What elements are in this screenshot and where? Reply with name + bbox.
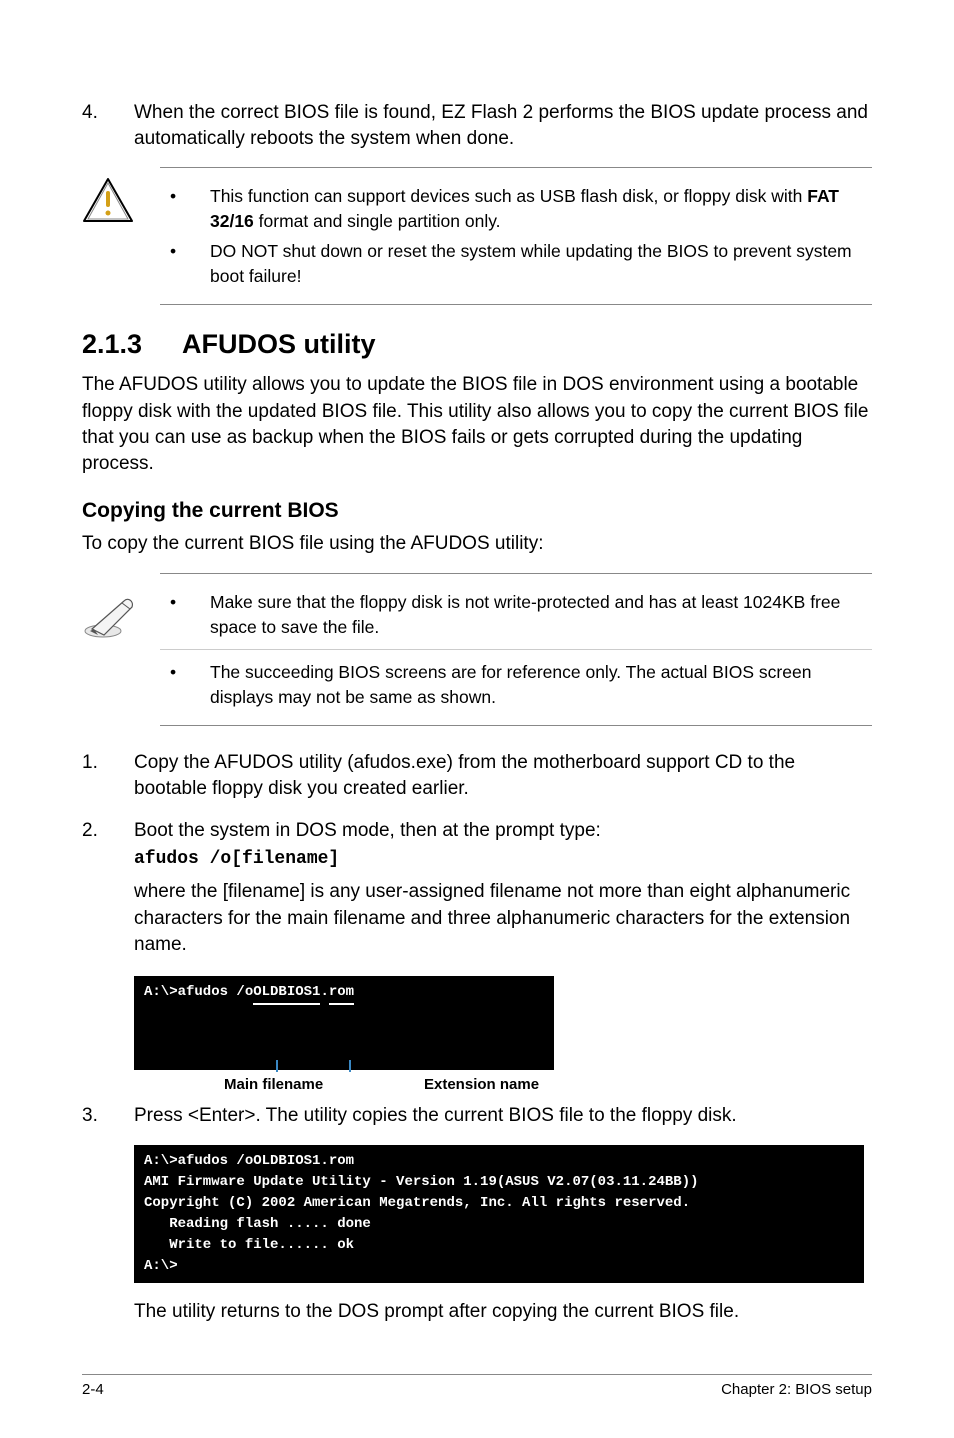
bullet-dot: • [160,239,210,288]
caution-icon [82,167,160,225]
term2-line-5: A:\> [144,1258,178,1274]
step-3: 3. Press <Enter>. The utility copies the… [82,1103,872,1129]
caution-item-2: • DO NOT shut down or reset the system w… [160,239,872,288]
step-2-number: 2. [82,818,134,844]
step-1-text: Copy the AFUDOS utility (afudos.exe) fro… [134,750,872,801]
sub-intro: To copy the current BIOS file using the … [82,531,872,557]
step-4: 4. When the correct BIOS file is found, … [82,100,872,151]
label-extension-name: Extension name [424,1076,539,1093]
after-terminal-text: The utility returns to the DOS prompt af… [134,1299,872,1325]
term2-line-1: AMI Firmware Update Utility - Version 1.… [144,1174,699,1190]
note-icon [82,573,160,639]
note-callout: • Make sure that the floppy disk is not … [82,573,872,726]
label-main-filename: Main filename [134,1076,424,1093]
note-item-1: • Make sure that the floppy disk is not … [160,590,872,639]
footer-page-number: 2-4 [82,1381,104,1398]
term2-line-0: A:\>afudos /oOLDBIOS1.rom [144,1153,354,1169]
filename-explain: where the [filename] is any user-assigne… [134,879,872,958]
caution-item-1-text: This function can support devices such a… [210,184,872,233]
bullet-dot: • [160,184,210,233]
section-number: 2.1.3 [82,329,182,360]
sub-heading: Copying the current BIOS [82,499,872,523]
command-line: afudos /o[filename] [134,849,872,869]
note-item-1-text: Make sure that the floppy disk is not wr… [210,590,872,639]
note-item-2-text: The succeeding BIOS screens are for refe… [210,660,872,709]
term2-line-2: Copyright (C) 2002 American Megatrends, … [144,1195,690,1211]
note-item-2: • The succeeding BIOS screens are for re… [160,660,872,709]
caution-callout: • This function can support devices such… [82,167,872,305]
page-footer: 2-4 Chapter 2: BIOS setup [82,1374,872,1398]
term2-line-4: Write to file...... ok [144,1237,354,1253]
step-2: 2. Boot the system in DOS mode, then at … [82,818,872,844]
footer-chapter: Chapter 2: BIOS setup [721,1381,872,1398]
section-title: AFUDOS utility [182,329,376,360]
tick-main [276,1060,278,1072]
step-3-number: 3. [82,1103,134,1129]
bullet-dot: • [160,590,210,639]
section-heading: 2.1.3 AFUDOS utility [82,329,872,360]
section-intro: The AFUDOS utility allows you to update … [82,372,872,477]
terminal-1-labels: Main filename Extension name [134,1076,872,1093]
note-divider [160,649,872,650]
term2-line-3: Reading flash ..... done [144,1216,371,1232]
note-body: • Make sure that the floppy disk is not … [160,573,872,726]
terminal-1: A:\>afudos /oOLDBIOS1.rom [134,976,554,1070]
step-4-text: When the correct BIOS file is found, EZ … [134,100,872,151]
step-4-number: 4. [82,100,134,151]
step-3-text: Press <Enter>. The utility copies the cu… [134,1103,872,1129]
caution-item-2-text: DO NOT shut down or reset the system whi… [210,239,872,288]
step-1-number: 1. [82,750,134,801]
tick-ext [349,1060,351,1072]
step-2-text: Boot the system in DOS mode, then at the… [134,818,872,844]
terminal-2: A:\>afudos /oOLDBIOS1.rom AMI Firmware U… [134,1145,864,1283]
bullet-dot: • [160,660,210,709]
caution-body: • This function can support devices such… [160,167,872,305]
caution-item-1: • This function can support devices such… [160,184,872,233]
step-1: 1. Copy the AFUDOS utility (afudos.exe) … [82,750,872,801]
